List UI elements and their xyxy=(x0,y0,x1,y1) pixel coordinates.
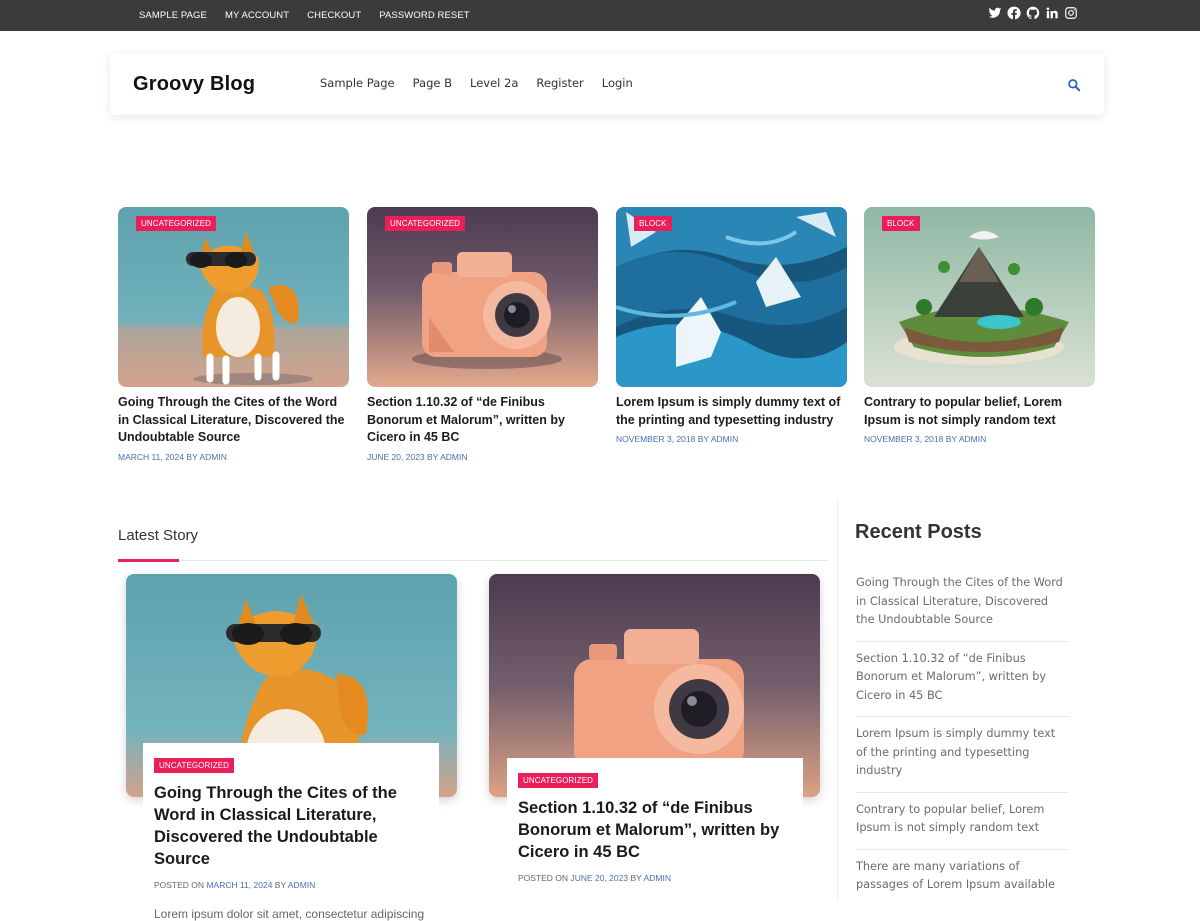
featured-image-camera[interactable]: UNCATEGORIZED xyxy=(367,207,598,387)
featured-title[interactable]: Contrary to popular belief, Lorem Ipsum … xyxy=(864,394,1095,429)
recent-posts-list: Going Through the Cites of the Word in C… xyxy=(856,573,1069,913)
post-author[interactable]: ADMIN xyxy=(711,434,738,444)
post-meta: NOVEMBER 3, 2018 BY ADMIN xyxy=(864,434,1095,444)
post-by: BY xyxy=(697,434,709,444)
facebook-icon[interactable] xyxy=(1007,6,1021,20)
story-card: UNCATEGORIZED Section 1.10.32 of “de Fin… xyxy=(507,758,803,883)
top-link-sample-page[interactable]: SAMPLE PAGE xyxy=(139,10,207,21)
sidebar-divider xyxy=(837,500,838,900)
site-header: Groovy Blog Sample Page Page B Level 2a … xyxy=(110,54,1104,115)
featured-title[interactable]: Lorem Ipsum is simply dummy text of the … xyxy=(616,394,847,429)
divider xyxy=(118,560,828,561)
story-excerpt: Lorem ipsum dolor sit amet, consectetur … xyxy=(154,907,425,921)
story-date[interactable]: MARCH 11, 2024 xyxy=(206,880,272,890)
posted-on-label: POSTED ON xyxy=(154,880,205,890)
top-nav: SAMPLE PAGE MY ACCOUNT CHECKOUT PASSWORD… xyxy=(139,0,488,31)
github-icon[interactable] xyxy=(1026,6,1040,20)
category-badge[interactable]: UNCATEGORIZED xyxy=(518,773,599,788)
social-links xyxy=(988,6,1078,20)
nav-page-b[interactable]: Page B xyxy=(413,76,452,90)
post-author[interactable]: ADMIN xyxy=(440,452,467,462)
post-author[interactable]: ADMIN xyxy=(959,434,986,444)
post-date[interactable]: NOVEMBER 3, 2018 xyxy=(864,434,943,444)
post-by: BY xyxy=(630,873,642,883)
post-author[interactable]: ADMIN xyxy=(199,452,226,462)
post-by: BY xyxy=(186,451,198,462)
featured-card[interactable]: BLOCK Lorem Ipsum is simply dummy text o… xyxy=(616,207,847,444)
category-badge[interactable]: BLOCK xyxy=(882,216,920,231)
recent-posts-title: Recent Posts xyxy=(855,521,982,543)
linkedin-icon[interactable] xyxy=(1045,6,1059,20)
nav-register[interactable]: Register xyxy=(536,76,583,90)
story-title[interactable]: Section 1.10.32 of “de Finibus Bonorum e… xyxy=(518,797,792,863)
instagram-icon[interactable] xyxy=(1064,6,1078,20)
story-meta: POSTED ON MARCH 11, 2024 BY ADMIN xyxy=(154,880,428,890)
post-meta: JUNE 20, 2023 BY ADMIN xyxy=(367,452,598,462)
nav-sample-page[interactable]: Sample Page xyxy=(320,76,395,90)
featured-image-glacier[interactable]: BLOCK xyxy=(616,207,847,387)
top-link-checkout[interactable]: CHECKOUT xyxy=(307,10,361,21)
site-logo[interactable]: Groovy Blog xyxy=(133,73,255,96)
story-author[interactable]: ADMIN xyxy=(288,880,315,890)
top-link-my-account[interactable]: MY ACCOUNT xyxy=(225,10,289,21)
story-author[interactable]: ADMIN xyxy=(644,873,671,883)
post-date[interactable]: MARCH 11, 2024 xyxy=(118,452,184,462)
category-badge[interactable]: UNCATEGORIZED xyxy=(154,758,235,773)
featured-title[interactable]: Section 1.10.32 of “de Finibus Bonorum e… xyxy=(367,394,598,447)
post-date[interactable]: NOVEMBER 3, 2018 xyxy=(616,434,695,444)
recent-post-item[interactable]: Going Through the Cites of the Word in C… xyxy=(856,573,1069,642)
category-badge[interactable]: BLOCK xyxy=(634,216,672,231)
featured-card[interactable]: UNCATEGORIZED Section 1.10.32 of “de Fin… xyxy=(367,207,598,462)
recent-post-item[interactable]: Section 1.10.32 of “de Finibus Bonorum e… xyxy=(856,649,1069,717)
twitter-icon[interactable] xyxy=(988,6,1002,20)
recent-post-item[interactable]: Lorem Ipsum is simply dummy text of the … xyxy=(856,724,1069,793)
category-badge[interactable]: UNCATEGORIZED xyxy=(385,216,466,231)
main-nav: Sample Page Page B Level 2a Register Log… xyxy=(320,76,651,90)
nav-login[interactable]: Login xyxy=(602,76,633,90)
latest-story-heading: Latest Story xyxy=(118,527,199,544)
story-meta: POSTED ON JUNE 20, 2023 BY ADMIN xyxy=(518,873,792,883)
story-title[interactable]: Going Through the Cites of the Word in C… xyxy=(154,782,428,870)
featured-title[interactable]: Going Through the Cites of the Word in C… xyxy=(118,394,349,447)
post-meta: NOVEMBER 3, 2018 BY ADMIN xyxy=(616,434,847,444)
post-by: BY xyxy=(945,434,957,444)
post-meta: MARCH 11, 2024 BY ADMIN xyxy=(118,452,349,462)
category-badge[interactable]: UNCATEGORIZED xyxy=(136,216,217,231)
featured-card[interactable]: BLOCK Contrary to popular belief, Lorem … xyxy=(864,207,1095,444)
featured-image-island[interactable]: BLOCK xyxy=(864,207,1095,387)
search-icon[interactable] xyxy=(1067,78,1081,92)
post-date[interactable]: JUNE 20, 2023 xyxy=(367,452,425,462)
post-by: BY xyxy=(274,880,286,890)
recent-post-item[interactable]: Contrary to popular belief, Lorem Ipsum … xyxy=(856,800,1069,850)
story-date[interactable]: JUNE 20, 2023 xyxy=(570,873,628,883)
heading-accent xyxy=(118,559,179,562)
featured-card[interactable]: UNCATEGORIZED Going Through the Cites of… xyxy=(118,207,349,462)
story-card: UNCATEGORIZED Going Through the Cites of… xyxy=(143,743,439,921)
top-link-password-reset[interactable]: PASSWORD RESET xyxy=(379,10,469,21)
posted-on-label: POSTED ON xyxy=(518,873,569,883)
recent-post-item[interactable]: There are many variations of passages of… xyxy=(856,857,1069,906)
post-by: BY xyxy=(427,451,439,462)
top-bar: SAMPLE PAGE MY ACCOUNT CHECKOUT PASSWORD… xyxy=(0,0,1200,31)
nav-level-2a[interactable]: Level 2a xyxy=(470,76,518,90)
featured-image-shiba[interactable]: UNCATEGORIZED xyxy=(118,207,349,387)
